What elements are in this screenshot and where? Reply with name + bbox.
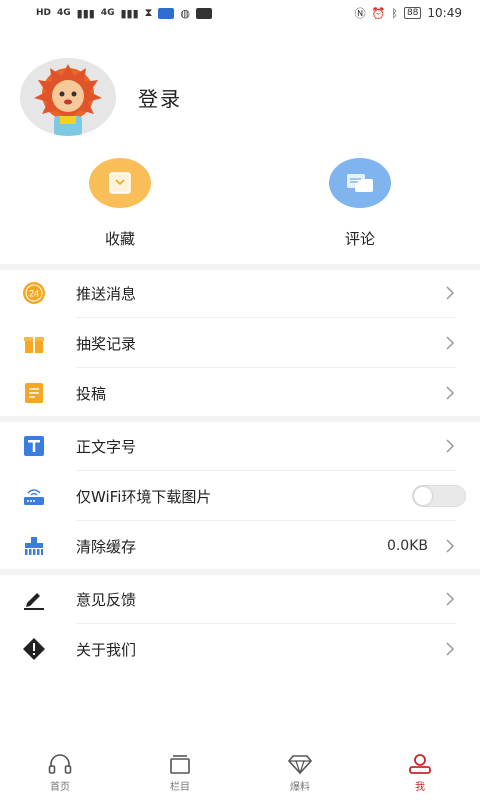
- tab-me-label: 我: [415, 782, 425, 793]
- diamond-icon: [287, 755, 313, 775]
- favorites-icon: [89, 158, 151, 208]
- signal-bars-icon: ▮▮▮: [120, 6, 139, 20]
- avatar[interactable]: [20, 58, 116, 136]
- headphones-icon: [48, 754, 72, 774]
- tab-home-label: 首页: [50, 782, 70, 793]
- chevron-right-icon: [446, 592, 455, 606]
- feedback-row[interactable]: 意见反馈: [0, 574, 480, 624]
- clear-cache-icon: [22, 534, 46, 558]
- tab-columns[interactable]: 栏目: [120, 746, 240, 800]
- hd-indicator: HD: [36, 8, 52, 18]
- about-us-row[interactable]: 关于我们: [0, 624, 480, 674]
- tab-me[interactable]: 我: [360, 746, 480, 800]
- profile-header[interactable]: 登录: [20, 58, 182, 136]
- font-size-row[interactable]: 正文字号: [0, 421, 480, 471]
- user-icon: [409, 754, 431, 774]
- about-us-label: 关于我们: [76, 640, 137, 659]
- signal-4g-1: 4G: [57, 8, 71, 18]
- chevron-right-icon: [446, 642, 455, 656]
- app-notification-icon: [158, 7, 175, 19]
- wifi-only-images-row: 仅WiFi环境下载图片: [0, 471, 480, 521]
- wifi-only-images-label: 仅WiFi环境下载图片: [76, 487, 212, 506]
- login-label[interactable]: 登录: [138, 83, 182, 112]
- push-messages-label: 推送消息: [76, 284, 137, 303]
- clear-cache-label: 清除缓存: [76, 537, 137, 556]
- feedback-pen-icon: [22, 587, 46, 611]
- battery-indicator: 88: [403, 7, 422, 19]
- tab-home[interactable]: 首页: [0, 746, 120, 800]
- tab-columns-label: 栏目: [170, 782, 190, 793]
- tab-tipoff[interactable]: 爆料: [240, 746, 360, 800]
- chevron-right-icon: [446, 539, 455, 553]
- wechat-icon: ◍: [180, 6, 191, 20]
- bluetooth-icon: ᛒ: [391, 6, 398, 20]
- alarm-icon: ⏰: [371, 6, 386, 20]
- font-size-icon: [22, 434, 46, 458]
- lottery-records-label: 抽奖记录: [76, 334, 137, 353]
- hourglass-icon: ⧗: [144, 6, 153, 19]
- favorites-label: 收藏: [104, 230, 135, 248]
- feedback-label: 意见反馈: [76, 590, 137, 609]
- router-icon: [22, 484, 46, 508]
- signal-bars-icon: ▮▮▮: [76, 6, 95, 20]
- chevron-right-icon: [446, 439, 455, 453]
- wifi-only-toggle[interactable]: [412, 485, 466, 507]
- app-g-icon: [196, 7, 213, 19]
- signal-4g-2: 4G: [100, 8, 115, 18]
- comment-icon: [329, 158, 391, 208]
- status-bar: HD 4G ▮▮▮ 4G ▮▮▮ ⧗ ◍ Ⓝ ⏰ ᛒ 88 10:49: [0, 0, 480, 26]
- lottery-records-row[interactable]: 抽奖记录: [0, 318, 480, 368]
- favorites-button[interactable]: 收藏: [60, 158, 180, 249]
- nfc-icon: Ⓝ: [354, 7, 366, 20]
- font-size-label: 正文字号: [76, 437, 137, 456]
- lion-mascot-icon: [34, 64, 102, 136]
- about-diamond-icon: [22, 637, 46, 661]
- submission-row[interactable]: 投稿: [0, 368, 480, 418]
- chevron-right-icon: [446, 286, 455, 300]
- svg-text:24: 24: [29, 289, 39, 299]
- gift-icon: [22, 331, 46, 355]
- columns-icon: [170, 755, 190, 774]
- push-messages-row[interactable]: 24 推送消息: [0, 268, 480, 318]
- comment-button[interactable]: 评论: [300, 158, 420, 249]
- toggle-knob: [414, 487, 432, 505]
- bottom-nav: 首页 栏目 爆料 我: [0, 746, 480, 800]
- clock: 10:49: [427, 6, 462, 20]
- comment-label: 评论: [344, 230, 375, 248]
- clear-cache-row[interactable]: 清除缓存 0.0KB: [0, 521, 480, 571]
- submission-label: 投稿: [76, 384, 107, 403]
- cache-size-value: 0.0KB: [386, 538, 428, 554]
- submit-doc-icon: [22, 381, 46, 405]
- chevron-right-icon: [446, 336, 455, 350]
- tab-tipoff-label: 爆料: [290, 782, 310, 793]
- chevron-right-icon: [446, 386, 455, 400]
- push-24-icon: 24: [22, 281, 46, 305]
